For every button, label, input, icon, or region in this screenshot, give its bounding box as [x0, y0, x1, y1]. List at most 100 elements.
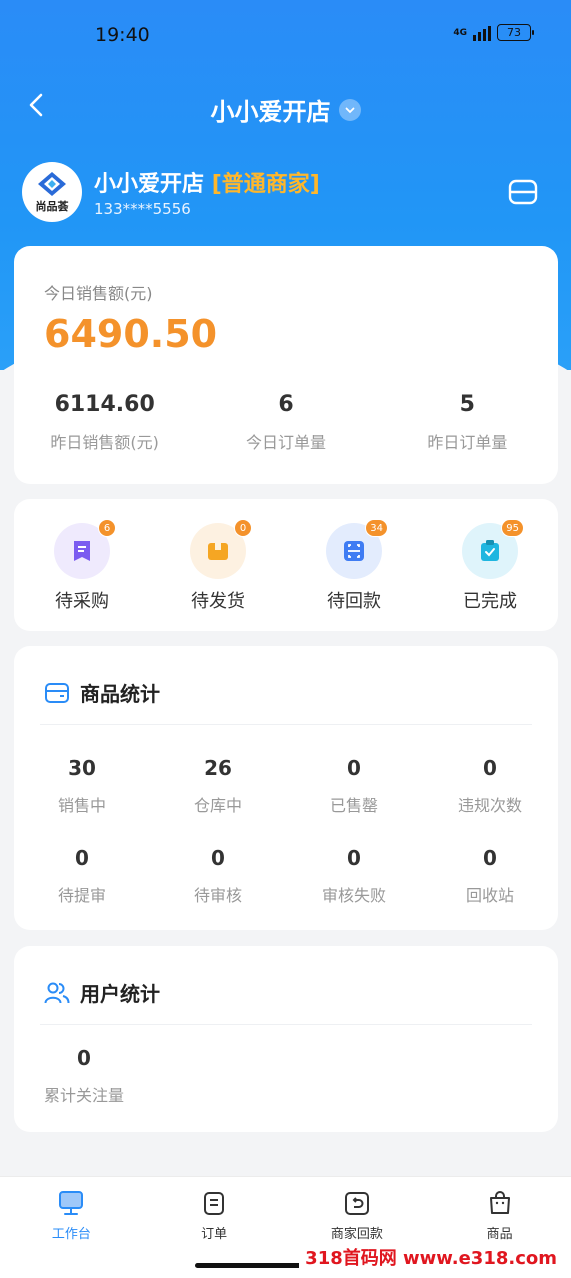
stat-total-followers[interactable]: 0 累计关注量 — [44, 1046, 124, 1106]
stat-label: 审核失败 — [321, 886, 386, 905]
stat-value: 30 — [68, 756, 96, 780]
stat-label: 违规次数 — [457, 796, 522, 815]
stat-value: 0 — [211, 846, 225, 870]
stat-on-sale[interactable]: 30 销售中 — [14, 756, 150, 816]
shop-switcher[interactable]: 小小爱开店 — [0, 92, 571, 127]
stat-label: 今日订单量 — [245, 433, 326, 452]
stat-label: 销售中 — [57, 796, 106, 815]
stat-value: 0 — [347, 756, 361, 780]
order-status-card: 6 待采购 0 待发货 34 待回款 95 已完成 — [14, 499, 558, 631]
switch-icon — [508, 179, 538, 205]
stat-label: 昨日订单量 — [427, 433, 508, 452]
stat-label: 回收站 — [465, 886, 514, 905]
section-title: 商品统计 — [80, 682, 160, 706]
signal-icon — [473, 25, 491, 41]
order-label: 已完成 — [463, 591, 517, 612]
user-stats-header: 用户统计 — [44, 978, 160, 1007]
order-pending-shipment[interactable]: 0 待发货 — [150, 499, 286, 631]
goods-stats-card: 商品统计 30 销售中 26 仓库中 0 已售罄 0 违规次数 0 待提审 0 待审核 0 审… — [14, 646, 558, 930]
stat-label: 已售罄 — [329, 796, 378, 815]
avatar-brand-text: 尚品荟 — [35, 199, 69, 213]
network-label: 4G — [453, 27, 467, 38]
scan-icon — [344, 541, 364, 561]
order-icon-wrap: 6 — [54, 519, 116, 579]
stat-label: 仓库中 — [193, 796, 242, 815]
today-orders-stat[interactable]: 6 今日订单量 — [195, 392, 376, 453]
order-label: 待发货 — [191, 591, 245, 612]
stat-label: 昨日销售额(元) — [50, 433, 159, 452]
shop-phone: 133****5556 — [94, 200, 191, 218]
count-badge: 95 — [501, 519, 524, 537]
count-badge: 34 — [365, 519, 388, 537]
monitor-icon — [59, 1191, 84, 1215]
tab-label: 工作台 — [51, 1227, 91, 1242]
count-badge: 6 — [98, 519, 116, 537]
shop-name: 小小爱开店 [普通商家] — [94, 166, 320, 198]
section-title: 用户统计 — [80, 982, 160, 1006]
order-icon-wrap: 0 — [190, 519, 252, 579]
box-icon — [208, 543, 228, 560]
yesterday-orders-stat[interactable]: 5 昨日订单量 — [377, 392, 558, 453]
watermark-text: 318首码网 www.e318.com — [299, 1242, 563, 1272]
shop-name-text: 小小爱开店 — [94, 172, 205, 197]
divider — [40, 724, 532, 725]
refund-icon — [344, 1192, 369, 1215]
stat-label: 待审核 — [193, 886, 242, 905]
bottom-tab-bar: 工作台 订单 商家回款 商品 318首码网 www.e318.com — [0, 1176, 571, 1278]
count-badge: 0 — [234, 519, 252, 537]
order-pending-payment[interactable]: 34 待回款 — [286, 499, 422, 631]
wallet-icon — [45, 682, 69, 703]
divider — [40, 1024, 532, 1025]
order-completed[interactable]: 95 已完成 — [422, 499, 558, 631]
tab-workbench[interactable]: 工作台 — [0, 1177, 143, 1278]
status-bar: 19:40 4G 73 — [0, 0, 571, 70]
tab-label: 订单 — [201, 1227, 228, 1242]
order-pending-purchase[interactable]: 6 待采购 — [14, 499, 150, 631]
merchant-level-badge: [普通商家] — [211, 172, 320, 197]
goods-stats-header: 商品统计 — [44, 678, 160, 707]
order-label: 待采购 — [55, 591, 109, 612]
stat-value: 0 — [77, 1046, 91, 1070]
order-label: 待回款 — [327, 591, 381, 612]
receipt-icon — [74, 541, 90, 561]
stat-value: 0 — [483, 846, 497, 870]
sales-summary-card: 今日销售额(元) 6490.50 6114.60 昨日销售额(元) 6 今日订单… — [14, 246, 558, 484]
status-icons: 4G 73 — [453, 24, 534, 41]
stat-value: 0 — [347, 846, 361, 870]
avatar: 尚品荟 — [22, 162, 82, 222]
stat-to-submit[interactable]: 0 待提审 — [14, 846, 150, 906]
tab-label: 商品 — [486, 1227, 513, 1242]
order-icon — [204, 1192, 225, 1215]
tab-label: 商家回款 — [330, 1227, 383, 1242]
today-sales-value: 6490.50 — [44, 312, 218, 356]
battery-icon: 73 — [497, 24, 534, 41]
stat-pending-review[interactable]: 0 待审核 — [150, 846, 286, 906]
user-stats-card: 用户统计 0 累计关注量 — [14, 946, 558, 1132]
stat-value: 5 — [459, 392, 475, 417]
page-title: 小小爱开店 — [210, 98, 331, 126]
stat-recycle-bin[interactable]: 0 回收站 — [422, 846, 558, 906]
stat-value: 6 — [278, 392, 294, 417]
merchant-profile: 尚品荟 小小爱开店 [普通商家] 133****5556 — [22, 162, 549, 224]
stat-value: 0 — [75, 846, 89, 870]
clipboard-check-icon — [481, 540, 499, 561]
status-time: 19:40 — [95, 24, 150, 46]
stat-violations[interactable]: 0 违规次数 — [422, 756, 558, 816]
stat-review-failed[interactable]: 0 审核失败 — [286, 846, 422, 906]
chevron-down-icon — [338, 98, 361, 121]
stat-label: 待提审 — [57, 886, 106, 905]
stat-sold-out[interactable]: 0 已售罄 — [286, 756, 422, 816]
today-sales-label: 今日销售额(元) — [44, 284, 153, 303]
goods-stats-grid: 30 销售中 26 仓库中 0 已售罄 0 违规次数 0 待提审 0 待审核 0 审核失败 0… — [14, 756, 558, 906]
stat-value: 6114.60 — [54, 392, 155, 417]
yesterday-sales-stat[interactable]: 6114.60 昨日销售额(元) — [14, 392, 195, 453]
switch-account-button[interactable] — [507, 176, 539, 208]
brand-logo-icon — [38, 171, 66, 196]
stat-value: 0 — [483, 756, 497, 780]
stat-value: 26 — [204, 756, 232, 780]
battery-level: 73 — [507, 26, 521, 39]
stat-in-warehouse[interactable]: 26 仓库中 — [150, 756, 286, 816]
stat-label: 累计关注量 — [44, 1086, 125, 1105]
order-icon-wrap: 34 — [326, 519, 388, 579]
users-icon — [44, 982, 70, 1003]
